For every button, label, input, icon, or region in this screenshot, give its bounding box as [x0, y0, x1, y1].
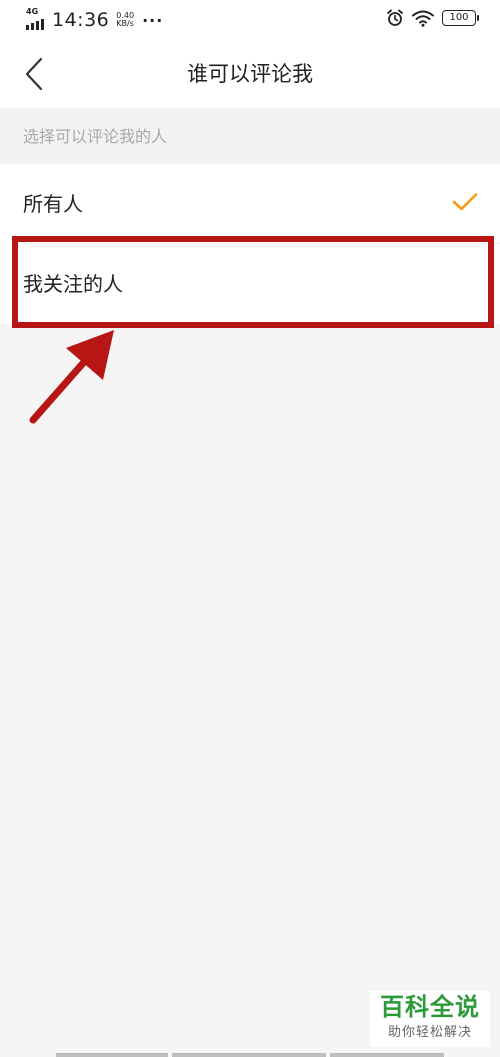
alarm-icon	[387, 9, 403, 26]
section-header: 选择可以评论我的人	[0, 108, 500, 164]
signal-icon: 4G	[26, 7, 48, 30]
navigation-bar: 谁可以评论我	[0, 40, 500, 108]
network-type: 4G	[26, 7, 39, 16]
battery-icon: 100	[442, 10, 479, 26]
wifi-icon	[412, 10, 434, 27]
status-bar: 4G 14:36 0.40 KB/s ··· 100	[0, 0, 500, 40]
option-everyone[interactable]: 所有人	[0, 164, 500, 244]
speed-unit: KB/s	[116, 19, 134, 28]
watermark-logo: 百科全说 助你轻松解决	[370, 991, 490, 1047]
section-header-label: 选择可以评论我的人	[23, 127, 168, 146]
page-title: 谁可以评论我	[187, 62, 313, 86]
network-speed: 0.40 KB/s	[116, 12, 134, 28]
annotation-highlight-box	[12, 236, 494, 328]
status-left: 4G 14:36 0.40 KB/s ···	[26, 7, 164, 32]
watermark-subtitle: 助你轻松解决	[387, 1025, 472, 1040]
status-right: 100	[386, 9, 479, 27]
option-label: 所有人	[23, 192, 83, 216]
battery-level: 100	[449, 12, 469, 23]
checkmark-icon	[452, 193, 478, 211]
annotation-arrow-icon	[29, 330, 114, 424]
status-time: 14:36	[52, 9, 110, 31]
watermark-title: 百科全说	[380, 993, 480, 1021]
bottom-gesture-bar	[0, 1053, 500, 1057]
more-notifications-icon: ···	[142, 10, 164, 30]
